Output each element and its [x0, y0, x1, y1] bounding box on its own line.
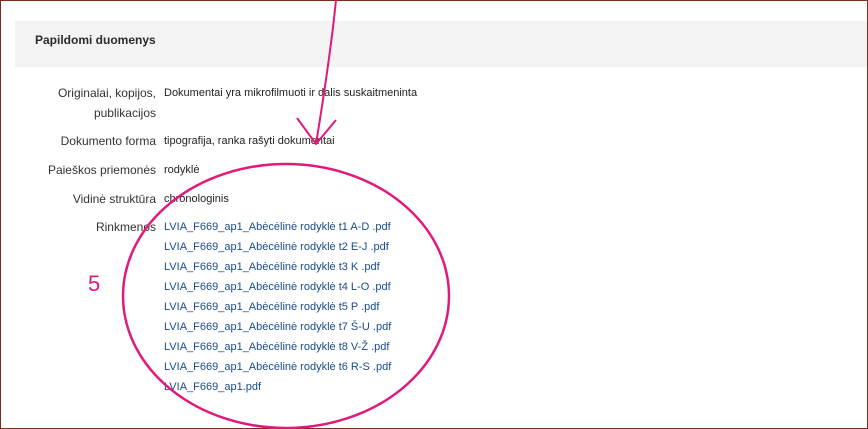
file-link[interactable]: LVIA_F669_ap1.pdf	[164, 377, 391, 397]
field-value: rodyklė	[164, 164, 200, 176]
additional-data-panel: Papildomi duomenys Originalai, kopijos, …	[0, 0, 868, 429]
file-link[interactable]: LVIA_F669_ap1_Abėcėlinė rodyklė t4 L-O .…	[164, 277, 391, 297]
file-link[interactable]: LVIA_F669_ap1_Abėcėlinė rodyklė t5 P .pd…	[164, 297, 391, 317]
field-value: chronologinis	[164, 193, 229, 205]
file-link[interactable]: LVIA_F669_ap1_Abėcėlinė rodyklė t7 Š-U .…	[164, 317, 391, 337]
field-label: Paieškos priemonės	[47, 163, 156, 177]
file-link[interactable]: LVIA_F669_ap1_Abėcėlinė rodyklė t6 R-S .…	[164, 357, 391, 377]
field-label: Dokumento forma	[60, 134, 156, 148]
file-link[interactable]: LVIA_F669_ap1_Abėcėlinė rodyklė t8 V-Ž .…	[164, 337, 391, 357]
field-value: tipografija, ranka rašyti dokumentai	[164, 135, 335, 147]
field-value: Dokumentai yra mikrofilmuoti ir dalis su…	[164, 87, 418, 99]
file-link[interactable]: LVIA_F669_ap1_Abėcėlinė rodyklė t1 A-D .…	[164, 217, 391, 237]
panel-title: Papildomi duomenys	[35, 33, 156, 47]
file-link[interactable]: LVIA_F669_ap1_Abėcėlinė rodyklė t3 K .pd…	[164, 257, 391, 277]
field-label: Rinkmenos	[95, 220, 156, 234]
panel-header: Papildomi duomenys	[15, 21, 867, 67]
field-label: Vidinė struktūra	[72, 192, 156, 206]
file-link[interactable]: LVIA_F669_ap1_Abėcėlinė rodyklė t2 E-J .…	[164, 237, 391, 257]
file-list: LVIA_F669_ap1_Abėcėlinė rodyklė t1 A-D .…	[164, 217, 391, 397]
annotation-number: 5	[88, 271, 101, 296]
field-label: Originalai, kopijos, publikacijos	[57, 86, 156, 120]
